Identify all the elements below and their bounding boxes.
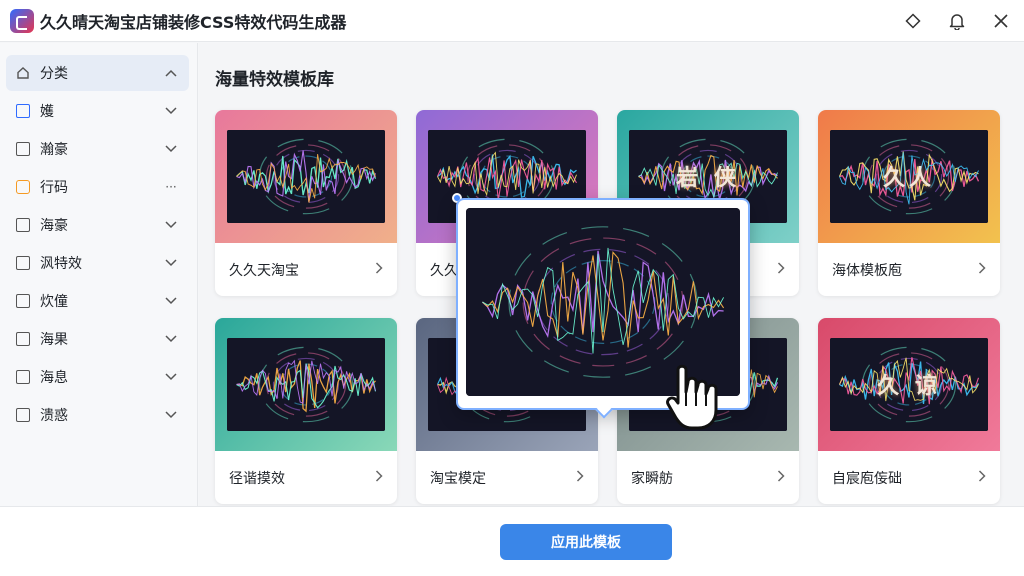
sidebar-item-label: 炊僮: [40, 294, 68, 310]
square-icon: [16, 408, 30, 422]
sidebar: 分类嬳瀚豪行码 ··· 海豪沨特效炊僮海果海息溃惑: [0, 43, 198, 506]
chevron-down-icon[interactable]: [163, 141, 179, 157]
template-name: 家瞬舫: [631, 470, 673, 487]
sidebar-item[interactable]: 行码 ···: [6, 169, 189, 205]
sidebar-item-label: 海息: [40, 370, 68, 386]
sidebar-item-label: 分类: [40, 66, 68, 82]
more-icon[interactable]: ···: [163, 179, 179, 195]
bottom-bar: 应用此模板: [0, 506, 1024, 576]
chevron-right-icon[interactable]: [576, 469, 584, 486]
template-card[interactable]: 径谐摸效: [215, 318, 397, 504]
template-card[interactable]: 久久天淘宝: [215, 110, 397, 296]
apply-template-button[interactable]: 应用此模板: [500, 524, 672, 560]
app-logo-icon: [10, 8, 34, 33]
sidebar-item[interactable]: 瀚豪: [6, 131, 189, 167]
sidebar-item-label: 瀚豪: [40, 142, 68, 158]
chevron-down-icon[interactable]: [163, 255, 179, 271]
sidebar-item-label: 溃惑: [40, 408, 68, 424]
app-title: 久久晴天淘宝店铺装修CSS特效代码生成器: [40, 12, 347, 32]
home-icon: [16, 66, 30, 80]
chevron-right-icon[interactable]: [777, 261, 785, 278]
edit-square-icon: [16, 142, 30, 156]
chevron-right-icon[interactable]: [375, 261, 383, 278]
template-card[interactable]: 久 谅自宸庖侫础: [818, 318, 1000, 504]
chevron-down-icon[interactable]: [163, 407, 179, 423]
chevron-down-icon[interactable]: [163, 217, 179, 233]
sidebar-item[interactable]: 沨特效: [6, 245, 189, 281]
square-icon: [16, 256, 30, 270]
template-thumbnail: [215, 110, 397, 243]
sidebar-item[interactable]: 嬳: [6, 93, 189, 129]
sidebar-item[interactable]: 溃惑: [6, 397, 189, 433]
chevron-down-icon[interactable]: [163, 103, 179, 119]
template-thumbnail: 久 谅: [818, 318, 1000, 451]
square-icon: [16, 370, 30, 384]
thumbnail-text: 久 谅: [877, 374, 941, 399]
chevron-right-icon[interactable]: [978, 261, 986, 278]
sidebar-item-label: 嬳: [40, 104, 54, 120]
square-icon: [16, 218, 30, 232]
title-bar: 久久晴天淘宝店铺装修CSS特效代码生成器: [0, 0, 1024, 42]
template-card[interactable]: 久人海体模板庖: [818, 110, 1000, 296]
sidebar-item-label: 行码: [40, 180, 68, 196]
bell-icon[interactable]: [948, 12, 966, 30]
thumbnail-text: 岩 侠: [676, 166, 740, 191]
chevron-up-icon[interactable]: [163, 65, 179, 81]
template-name: 径谐摸效: [229, 470, 285, 487]
square-icon: [16, 294, 30, 308]
sidebar-item[interactable]: 炊僮: [6, 283, 189, 319]
sidebar-item[interactable]: 分类: [6, 55, 189, 91]
blue-square-icon: [16, 104, 30, 118]
chevron-down-icon[interactable]: [163, 293, 179, 309]
close-icon[interactable]: [992, 12, 1010, 30]
template-name: 淘宝模定: [430, 470, 486, 487]
sidebar-item-label: 沨特效: [40, 256, 82, 272]
orange-square-icon: [16, 180, 30, 194]
chevron-down-icon[interactable]: [163, 331, 179, 347]
sidebar-item-label: 海果: [40, 332, 68, 348]
template-name: 久久天淘宝: [229, 262, 299, 279]
chevron-right-icon[interactable]: [375, 469, 383, 486]
diamond-icon[interactable]: [904, 12, 922, 30]
chevron-right-icon[interactable]: [777, 469, 785, 486]
template-thumbnail: 久人: [818, 110, 1000, 243]
section-title: 海量特效模板库: [215, 70, 334, 90]
chevron-down-icon[interactable]: [163, 369, 179, 385]
square-icon: [16, 332, 30, 346]
template-thumbnail: [215, 318, 397, 451]
thumbnail-text: 久人: [882, 166, 935, 191]
chevron-right-icon[interactable]: [978, 469, 986, 486]
template-name: 海体模板庖: [832, 262, 902, 279]
sidebar-item[interactable]: 海豪: [6, 207, 189, 243]
sidebar-item[interactable]: 海果: [6, 321, 189, 357]
sidebar-item[interactable]: 海息: [6, 359, 189, 395]
hand-cursor-icon: [664, 362, 724, 432]
sidebar-item-label: 海豪: [40, 218, 68, 234]
template-name: 自宸庖侫础: [832, 470, 902, 487]
